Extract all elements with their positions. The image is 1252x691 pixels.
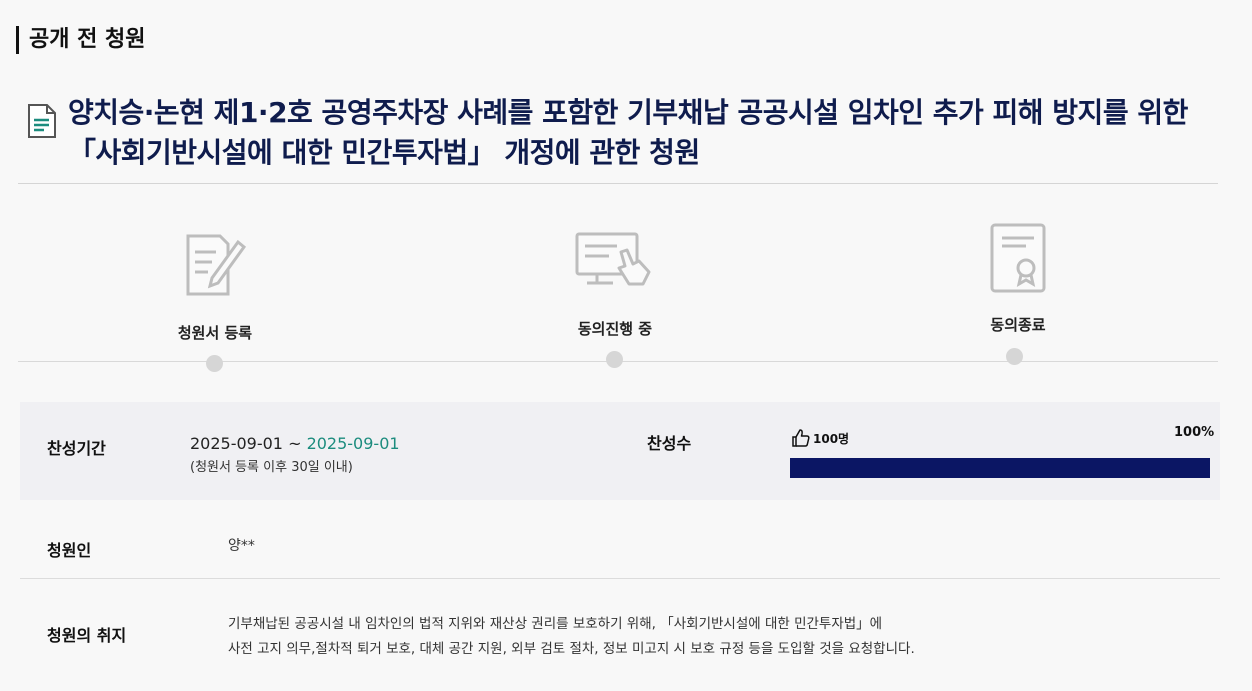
period-label: 찬성기간 bbox=[47, 439, 106, 458]
thumbs-up-icon bbox=[792, 429, 810, 447]
certificate-icon bbox=[990, 223, 1046, 293]
period-range: 2025-09-01 ~ 2025-09-01 bbox=[190, 434, 400, 453]
document-icon bbox=[28, 104, 56, 138]
step-label: 청원서 등록 bbox=[177, 324, 253, 342]
support-percent: 100% bbox=[1174, 425, 1215, 440]
divider bbox=[18, 183, 1218, 184]
section-title: 공개 전 청원 bbox=[16, 26, 146, 54]
support-label: 찬성수 bbox=[647, 434, 692, 453]
support-count-text: 100명 bbox=[813, 431, 850, 446]
petition-title: 양치승·논현 제1·2호 공영주차장 사례를 포함한 기부채납 공공시설 임차인… bbox=[68, 96, 1188, 169]
period-start: 2025-09-01 ~ bbox=[190, 434, 307, 453]
period-end: 2025-09-01 bbox=[306, 434, 400, 453]
period-note: (청원서 등록 이후 30일 이내) bbox=[190, 460, 353, 475]
step-dot bbox=[606, 351, 623, 368]
petitioner-label: 청원인 bbox=[47, 541, 92, 560]
support-progress-bar bbox=[790, 458, 1210, 478]
step-in-progress: 동의진행 중 bbox=[550, 228, 680, 339]
divider bbox=[20, 578, 1220, 579]
purpose-label: 청원의 취지 bbox=[47, 626, 127, 645]
document-pen-icon bbox=[186, 234, 247, 296]
purpose-text: 기부채납된 공공시설 내 임차인의 법적 지위와 재산상 권리를 보호하기 위해… bbox=[228, 612, 1128, 662]
petition-page: 공개 전 청원 양치승·논현 제1·2호 공영주차장 사례를 포함한 기부채납 … bbox=[0, 0, 1252, 691]
step-dot bbox=[1006, 348, 1023, 365]
step-registration: 청원서 등록 bbox=[150, 228, 280, 343]
step-ended: 동의종료 bbox=[953, 222, 1083, 335]
monitor-touch-icon bbox=[575, 232, 651, 286]
support-count: 100명 bbox=[791, 428, 849, 448]
step-label: 동의종료 bbox=[990, 316, 1046, 334]
support-progress-fill bbox=[790, 458, 1210, 478]
step-dot bbox=[206, 355, 223, 372]
petitioner-value: 양** bbox=[228, 538, 255, 554]
purpose-line: 기부채납된 공공시설 내 임차인의 법적 지위와 재산상 권리를 보호하기 위해… bbox=[228, 616, 883, 632]
step-label: 동의진행 중 bbox=[577, 320, 653, 338]
purpose-line: 사전 고지 의무,절차적 퇴거 보호, 대체 공간 지원, 외부 검토 절차, … bbox=[228, 641, 915, 657]
